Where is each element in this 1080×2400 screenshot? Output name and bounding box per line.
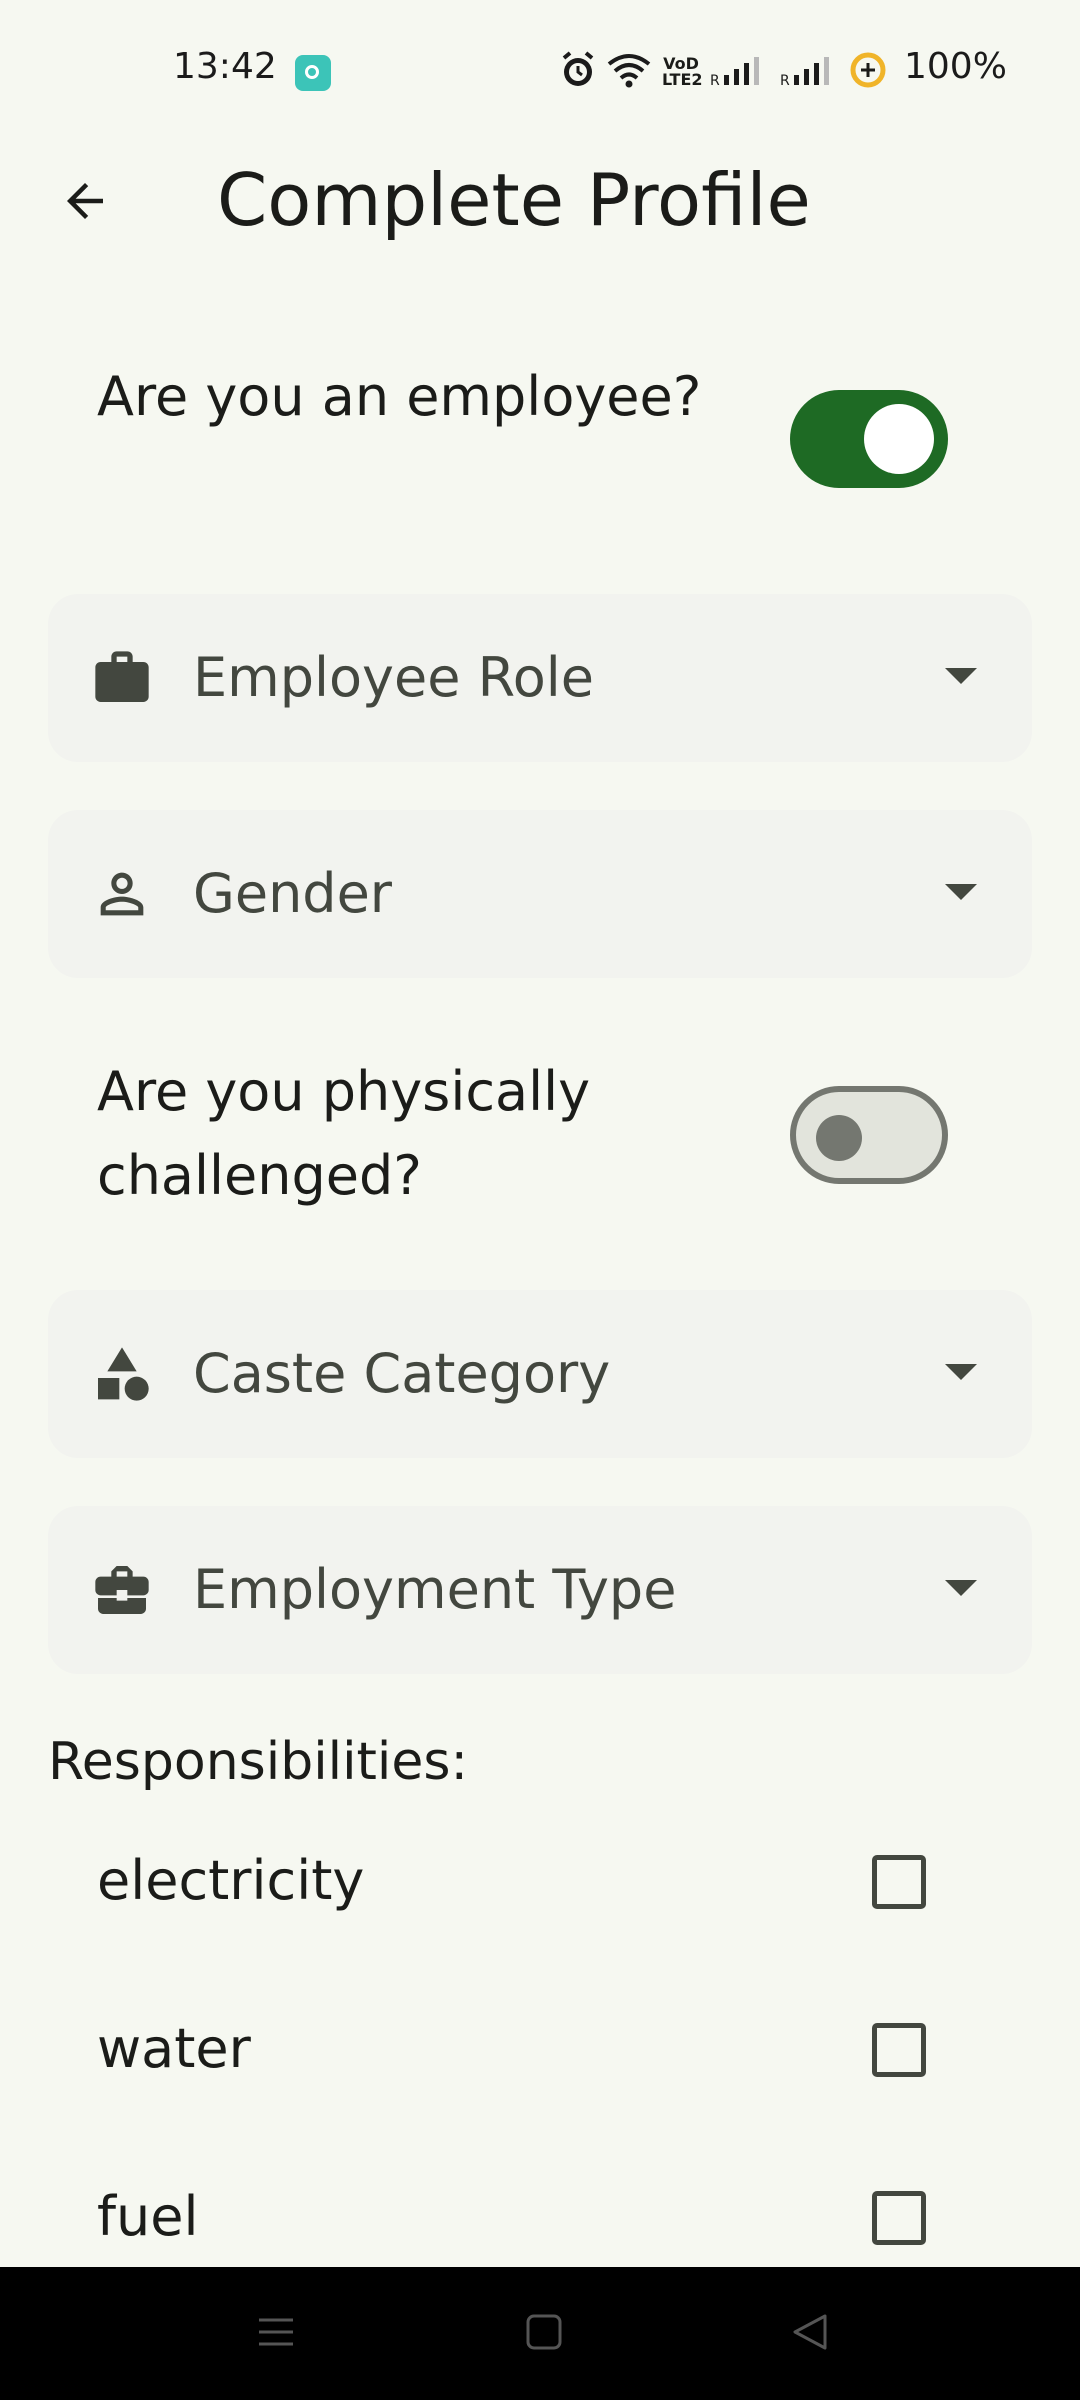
alarm-icon	[560, 50, 596, 94]
shapes-icon	[88, 1340, 156, 1408]
switch-thumb	[816, 1115, 862, 1161]
signal-icon: R	[780, 53, 840, 91]
briefcase-icon	[88, 644, 156, 712]
wifi-icon	[606, 52, 652, 92]
responsibility-label: fuel	[97, 2185, 199, 2248]
switch-thumb	[864, 404, 934, 474]
responsibilities-heading: Responsibilities:	[48, 1732, 468, 1792]
gender-dropdown[interactable]: Gender	[48, 810, 1032, 978]
caste-category-label: Caste Category	[193, 1342, 611, 1405]
chevron-down-icon	[945, 668, 977, 684]
caste-category-dropdown[interactable]: Caste Category	[48, 1290, 1032, 1458]
responsibility-item-electricity[interactable]: electricity	[0, 1800, 1080, 1960]
employee-question-label: Are you an employee?	[97, 365, 702, 428]
back-triangle-icon	[790, 2312, 830, 2356]
battery-saver-icon	[850, 52, 886, 92]
status-time: 13:42	[173, 46, 277, 87]
chevron-down-icon	[945, 1580, 977, 1596]
menu-icon	[256, 2312, 296, 2356]
recents-button[interactable]	[206, 2267, 346, 2400]
arrow-left-icon	[58, 174, 112, 232]
top-app-bar: Complete Profile	[0, 145, 1080, 255]
volte-icon: VoD LTE2	[662, 54, 703, 89]
employment-type-dropdown[interactable]: Employment Type	[48, 1506, 1032, 1674]
status-icons: VoD LTE2 R R	[560, 50, 886, 94]
battery-percent: 100%	[904, 46, 1007, 87]
responsibility-label: electricity	[97, 1849, 365, 1912]
signal-icon: R	[710, 53, 770, 91]
responsibility-label: water	[97, 2017, 251, 2080]
system-navigation-bar	[0, 2267, 1080, 2400]
page-title: Complete Profile	[217, 158, 811, 242]
employee-role-dropdown[interactable]: Employee Role	[48, 594, 1032, 762]
home-button[interactable]	[474, 2267, 614, 2400]
work-case-icon	[88, 1556, 156, 1624]
chevron-down-icon	[945, 884, 977, 900]
home-icon	[524, 2312, 564, 2356]
physically-challenged-label: Are you physically challenged?	[97, 1060, 591, 1207]
svg-text:R: R	[780, 73, 790, 87]
checkbox[interactable]	[872, 2023, 926, 2077]
svg-text:R: R	[710, 73, 720, 87]
checkbox[interactable]	[872, 1855, 926, 1909]
checkbox[interactable]	[872, 2191, 926, 2245]
physically-challenged-switch[interactable]	[790, 1086, 948, 1184]
back-button[interactable]	[40, 165, 130, 241]
gender-label: Gender	[193, 862, 392, 925]
focus-app-icon	[295, 55, 331, 91]
status-bar: 13:42 VoD LTE2 R R 100%	[0, 0, 1080, 145]
nav-back-button[interactable]	[740, 2267, 880, 2400]
employee-role-label: Employee Role	[193, 646, 594, 709]
chevron-down-icon	[945, 1364, 977, 1380]
person-icon	[88, 860, 156, 928]
employee-switch[interactable]	[790, 390, 948, 488]
employment-type-label: Employment Type	[193, 1558, 677, 1621]
responsibility-item-water[interactable]: water	[0, 1968, 1080, 2128]
